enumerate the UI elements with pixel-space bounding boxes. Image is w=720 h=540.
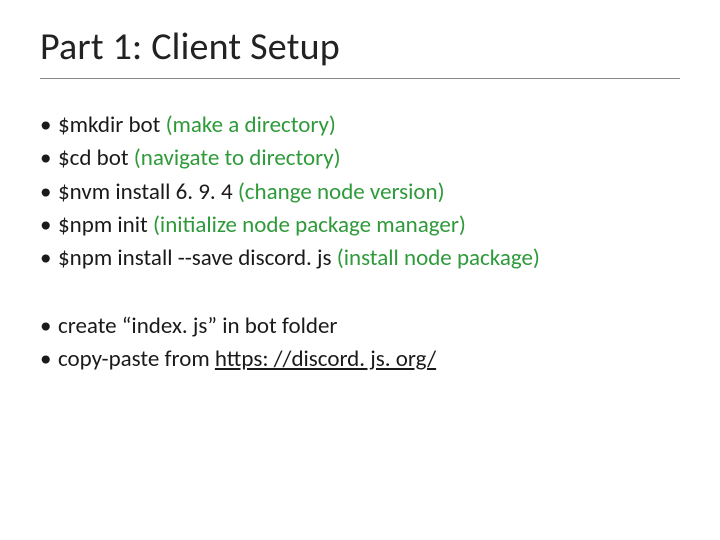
spacer (40, 276, 680, 310)
list-item: $mkdir bot (make a directory) (40, 109, 680, 142)
slide: Part 1: Client Setup $mkdir bot (make a … (0, 0, 720, 540)
list-item: $nvm install 6. 9. 4 (change node versio… (40, 176, 680, 209)
link-text[interactable]: https: //discord. js. org/ (215, 345, 436, 373)
title-rule (40, 78, 680, 79)
command-text: $mkdir bot (58, 111, 166, 139)
command-text: $npm init (58, 211, 153, 239)
list-item: copy-paste from https: //discord. js. or… (40, 343, 680, 376)
instruction-text: copy-paste from (58, 345, 215, 373)
command-comment: (make a directory) (166, 111, 336, 139)
slide-title: Part 1: Client Setup (40, 24, 680, 70)
command-comment: (install node package) (337, 244, 540, 272)
command-comment: (initialize node package manager) (153, 211, 466, 239)
command-text: $npm install --save discord. js (58, 244, 337, 272)
list-item: $npm install --save discord. js (install… (40, 242, 680, 275)
command-text: $cd bot (58, 144, 134, 172)
list-item: create “index. js” in bot folder (40, 310, 680, 343)
command-text: $nvm install 6. 9. 4 (58, 178, 238, 206)
command-comment: (change node version) (238, 178, 445, 206)
list-item: $npm init (initialize node package manag… (40, 209, 680, 242)
instruction-list: create “index. js” in bot folder copy-pa… (40, 310, 680, 377)
command-list: $mkdir bot (make a directory) $cd bot (n… (40, 109, 680, 276)
list-item: $cd bot (navigate to directory) (40, 142, 680, 175)
command-comment: (navigate to directory) (134, 144, 341, 172)
instruction-text: create “index. js” in bot folder (58, 312, 337, 340)
